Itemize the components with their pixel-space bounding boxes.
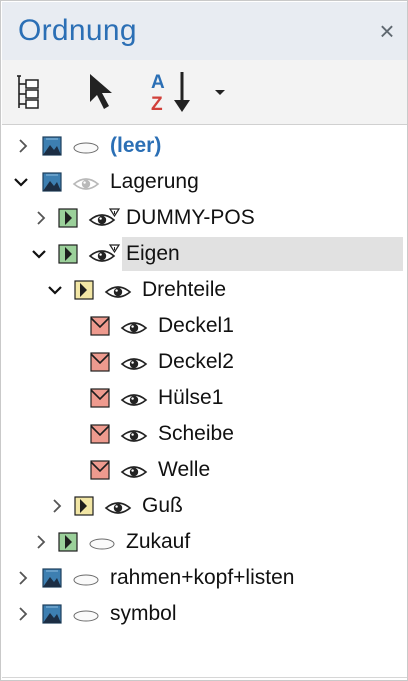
- eye-icon[interactable]: [104, 496, 138, 518]
- chevron-down-icon[interactable]: [48, 281, 62, 299]
- tree-row[interactable]: Eigen: [2, 236, 407, 272]
- eye-icon[interactable]: [104, 280, 138, 302]
- close-icon[interactable]: ×: [372, 16, 402, 46]
- part-icon: [90, 460, 110, 480]
- tree-item-label-wrap[interactable]: Guß: [138, 489, 403, 523]
- group-icon: [58, 208, 78, 228]
- dropdown-caret-icon: [215, 90, 225, 95]
- layer-icon: [42, 172, 62, 192]
- hidden-visibility-icon[interactable]: [88, 532, 122, 554]
- tree-row[interactable]: Hülse1: [2, 380, 407, 416]
- tree-row[interactable]: (leer): [2, 128, 407, 164]
- tree-item-label-wrap[interactable]: Eigen: [122, 237, 403, 271]
- layer-icon: [42, 136, 62, 156]
- chevron-down-icon[interactable]: [32, 245, 46, 263]
- tree-structure-button[interactable]: [12, 60, 46, 124]
- svg-text:A: A: [151, 72, 165, 93]
- eye-icon[interactable]: [120, 460, 154, 482]
- chevron-right-icon[interactable]: [16, 569, 30, 587]
- tree-item-label: Lagerung: [110, 170, 199, 193]
- tree-row[interactable]: Deckel2: [2, 344, 407, 380]
- tree-row[interactable]: Guß: [2, 488, 407, 524]
- chevron-down-icon[interactable]: [14, 173, 28, 191]
- tree-item-label: DUMMY-POS: [126, 206, 255, 229]
- tree-item-label: Welle: [158, 458, 211, 481]
- tree-item-label: symbol: [110, 602, 177, 625]
- chevron-right-icon[interactable]: [34, 533, 48, 551]
- tree-item-label: Hülse1: [158, 386, 224, 409]
- tree-row[interactable]: Lagerung: [2, 164, 407, 200]
- hidden-visibility-icon[interactable]: [72, 568, 106, 590]
- eye-icon[interactable]: [120, 316, 154, 338]
- tree-item-label: Deckel1: [158, 314, 234, 337]
- svg-text:Z: Z: [151, 94, 163, 115]
- chevron-right-icon[interactable]: [16, 137, 30, 155]
- select-arrow-icon: [90, 74, 112, 109]
- part-icon: [90, 352, 110, 372]
- toolbar: A Z: [2, 60, 407, 125]
- layer-icon: [42, 604, 62, 624]
- tree-row[interactable]: rahmen+kopf+listen: [2, 560, 407, 596]
- chevron-right-icon[interactable]: [16, 605, 30, 623]
- group-icon: [58, 532, 78, 552]
- tree-row[interactable]: Drehteile: [2, 272, 407, 308]
- tree-item-label: Zukauf: [126, 530, 191, 553]
- tree-item-label-wrap[interactable]: Zukauf: [122, 525, 403, 559]
- eye-icon[interactable]: [120, 352, 154, 374]
- tree-view: (leer) Lagerung DUMMY-POS Eigen Drehteile Dec…: [2, 126, 407, 680]
- tree-item-label: Eigen: [126, 242, 180, 265]
- panel-title: Ordnung: [18, 14, 137, 47]
- layer-icon: [42, 568, 62, 588]
- ordnung-panel: Ordnung × A Z (leer) Lagerung DUMMY-POS …: [0, 0, 408, 681]
- eye-icon[interactable]: [120, 388, 154, 410]
- tree-item-label: Deckel2: [158, 350, 234, 373]
- part-icon: [90, 388, 110, 408]
- tree-item-label-wrap[interactable]: Lagerung: [106, 165, 403, 199]
- tree-row[interactable]: Scheibe: [2, 416, 407, 452]
- tree-item-label-wrap[interactable]: Deckel2: [154, 345, 403, 379]
- eye-icon[interactable]: [72, 172, 106, 194]
- tree-item-label-wrap[interactable]: Scheibe: [154, 417, 403, 451]
- chevron-right-icon[interactable]: [50, 497, 64, 515]
- select-button[interactable]: [84, 60, 120, 124]
- eye-icon[interactable]: [88, 244, 122, 266]
- subgroup-icon: [74, 496, 94, 516]
- tree-item-label: Guß: [142, 494, 183, 517]
- tree-item-label-wrap[interactable]: Welle: [154, 453, 403, 487]
- group-icon: [58, 244, 78, 264]
- tree-row[interactable]: Welle: [2, 452, 407, 488]
- tree-item-label-wrap[interactable]: rahmen+kopf+listen: [106, 561, 403, 595]
- tree-row[interactable]: Deckel1: [2, 308, 407, 344]
- hidden-visibility-icon[interactable]: [72, 136, 106, 158]
- tree-item-label: Drehteile: [142, 278, 227, 301]
- tree-row[interactable]: Zukauf: [2, 524, 407, 560]
- tree-row[interactable]: symbol: [2, 596, 407, 632]
- tree-item-label: (leer): [110, 134, 162, 157]
- tree-row[interactable]: DUMMY-POS: [2, 200, 407, 236]
- panel-bottom-divider: [2, 677, 407, 678]
- tree-item-label: Scheibe: [158, 422, 234, 445]
- tree-item-label-wrap[interactable]: DUMMY-POS: [122, 201, 403, 235]
- tree-item-label-wrap[interactable]: symbol: [106, 597, 403, 631]
- subgroup-icon: [74, 280, 94, 300]
- chevron-right-icon[interactable]: [34, 209, 48, 227]
- sort-button[interactable]: A Z: [146, 60, 194, 124]
- tree-structure-icon: [17, 75, 39, 109]
- sort-dropdown-button[interactable]: [208, 60, 232, 124]
- tree-item-label-wrap[interactable]: (leer): [106, 129, 403, 163]
- tree-item-label-wrap[interactable]: Hülse1: [154, 381, 403, 415]
- tree-item-label: rahmen+kopf+listen: [110, 566, 295, 589]
- tree-item-label-wrap[interactable]: Drehteile: [138, 273, 403, 307]
- part-icon: [90, 424, 110, 444]
- panel-titlebar: Ordnung ×: [2, 2, 407, 60]
- eye-icon[interactable]: [120, 424, 154, 446]
- sort-az-icon: A Z: [151, 72, 190, 115]
- hidden-visibility-icon[interactable]: [72, 604, 106, 626]
- tree-item-label-wrap[interactable]: Deckel1: [154, 309, 403, 343]
- part-icon: [90, 316, 110, 336]
- eye-icon[interactable]: [88, 208, 122, 230]
